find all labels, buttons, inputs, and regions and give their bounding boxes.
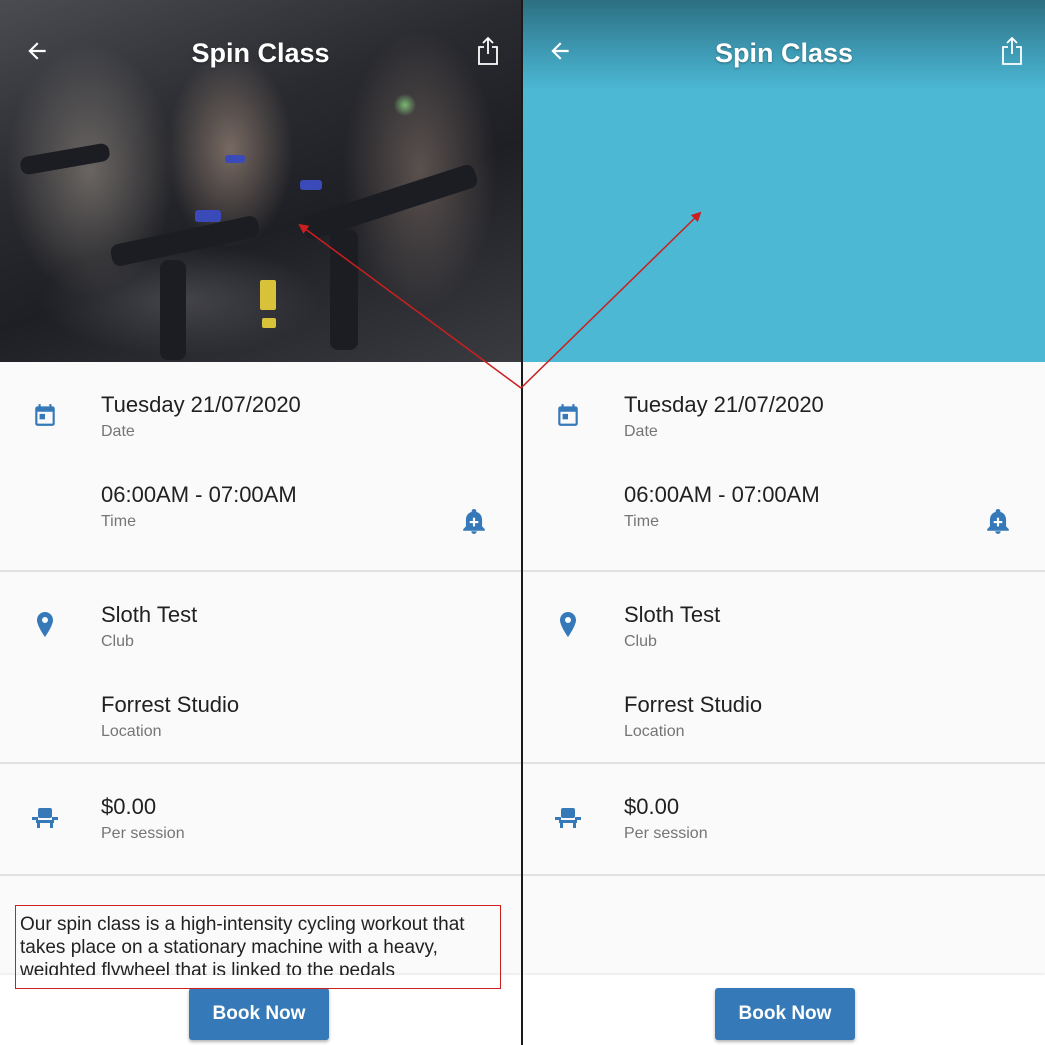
- time-value: 06:00AM - 07:00AM: [101, 482, 297, 507]
- hero-image: Spin Class: [0, 0, 521, 362]
- location-label: Location: [624, 723, 685, 740]
- calendar-icon: [553, 400, 583, 430]
- price-row: $0.00 Per session: [0, 764, 521, 854]
- club-label: Club: [101, 633, 134, 650]
- club-row: Sloth Test Club: [523, 572, 1045, 662]
- location-value: Forrest Studio: [101, 692, 240, 717]
- details: Tuesday 21/07/2020 Date 06:00AM - 07:00A…: [0, 362, 521, 876]
- screen-right: Spin Class Tuesday 21/07/2020 Date 06:00…: [523, 0, 1045, 1045]
- schedule-section: Tuesday 21/07/2020 Date 06:00AM - 07:00A…: [523, 362, 1045, 572]
- bell-plus-icon: [987, 508, 1009, 534]
- seat-icon: [553, 802, 583, 832]
- price-row: $0.00 Per session: [523, 764, 1045, 854]
- screen-left: Spin Class Tuesday 21/07/2020 Date 06:00…: [0, 0, 521, 1045]
- date-label: Date: [101, 423, 135, 440]
- time-label: Time: [101, 513, 136, 530]
- details: Tuesday 21/07/2020 Date 06:00AM - 07:00A…: [523, 362, 1045, 876]
- club-value: Sloth Test: [101, 602, 198, 627]
- price-value: $0.00: [624, 794, 680, 819]
- location-label: Location: [101, 723, 162, 740]
- page-title: Spin Class: [714, 38, 854, 68]
- book-now-button[interactable]: Book Now: [189, 988, 329, 1040]
- hero-placeholder: Spin Class: [523, 0, 1045, 362]
- date-value: Tuesday 21/07/2020: [624, 392, 824, 417]
- bottom-bar: Book Now: [0, 975, 521, 1045]
- location-value: Forrest Studio: [624, 692, 763, 717]
- price-section: $0.00 Per session: [523, 764, 1045, 876]
- club-value: Sloth Test: [624, 602, 721, 627]
- reminder-button[interactable]: [983, 506, 1013, 536]
- price-value: $0.00: [101, 794, 157, 819]
- calendar-icon: [30, 400, 60, 430]
- share-icon: [1002, 36, 1022, 65]
- book-now-button[interactable]: Book Now: [715, 988, 855, 1040]
- time-row: 06:00AM - 07:00AM Time: [0, 452, 521, 542]
- time-value: 06:00AM - 07:00AM: [624, 482, 820, 507]
- app-bar: Spin Class: [0, 22, 521, 86]
- time-row: 06:00AM - 07:00AM Time: [523, 452, 1045, 542]
- date-row: Tuesday 21/07/2020 Date: [523, 362, 1045, 452]
- date-value: Tuesday 21/07/2020: [101, 392, 301, 417]
- location-section: Sloth Test Club Forrest Studio Location: [0, 572, 521, 764]
- price-section: $0.00 Per session: [0, 764, 521, 876]
- location-row: Forrest Studio Location: [0, 662, 521, 752]
- location-section: Sloth Test Club Forrest Studio Location: [523, 572, 1045, 764]
- time-label: Time: [624, 513, 659, 530]
- share-button[interactable]: [471, 34, 505, 68]
- bottom-bar: Book Now: [523, 975, 1045, 1045]
- club-label: Club: [624, 633, 657, 650]
- seat-icon: [30, 802, 60, 832]
- reminder-button[interactable]: [459, 506, 489, 536]
- map-pin-icon: [553, 610, 583, 640]
- page-title: Spin Class: [191, 38, 330, 68]
- class-description: Our spin class is a high-intensity cycli…: [20, 914, 465, 977]
- club-row: Sloth Test Club: [0, 572, 521, 662]
- bell-plus-icon: [463, 508, 485, 534]
- price-label: Per session: [624, 825, 708, 842]
- date-row: Tuesday 21/07/2020 Date: [0, 362, 521, 452]
- share-button[interactable]: [995, 34, 1029, 68]
- date-label: Date: [624, 423, 658, 440]
- share-icon: [478, 36, 498, 65]
- app-bar: Spin Class: [523, 22, 1045, 86]
- map-pin-icon: [30, 610, 60, 640]
- schedule-section: Tuesday 21/07/2020 Date 06:00AM - 07:00A…: [0, 362, 521, 572]
- price-label: Per session: [101, 825, 185, 842]
- location-row: Forrest Studio Location: [523, 662, 1045, 752]
